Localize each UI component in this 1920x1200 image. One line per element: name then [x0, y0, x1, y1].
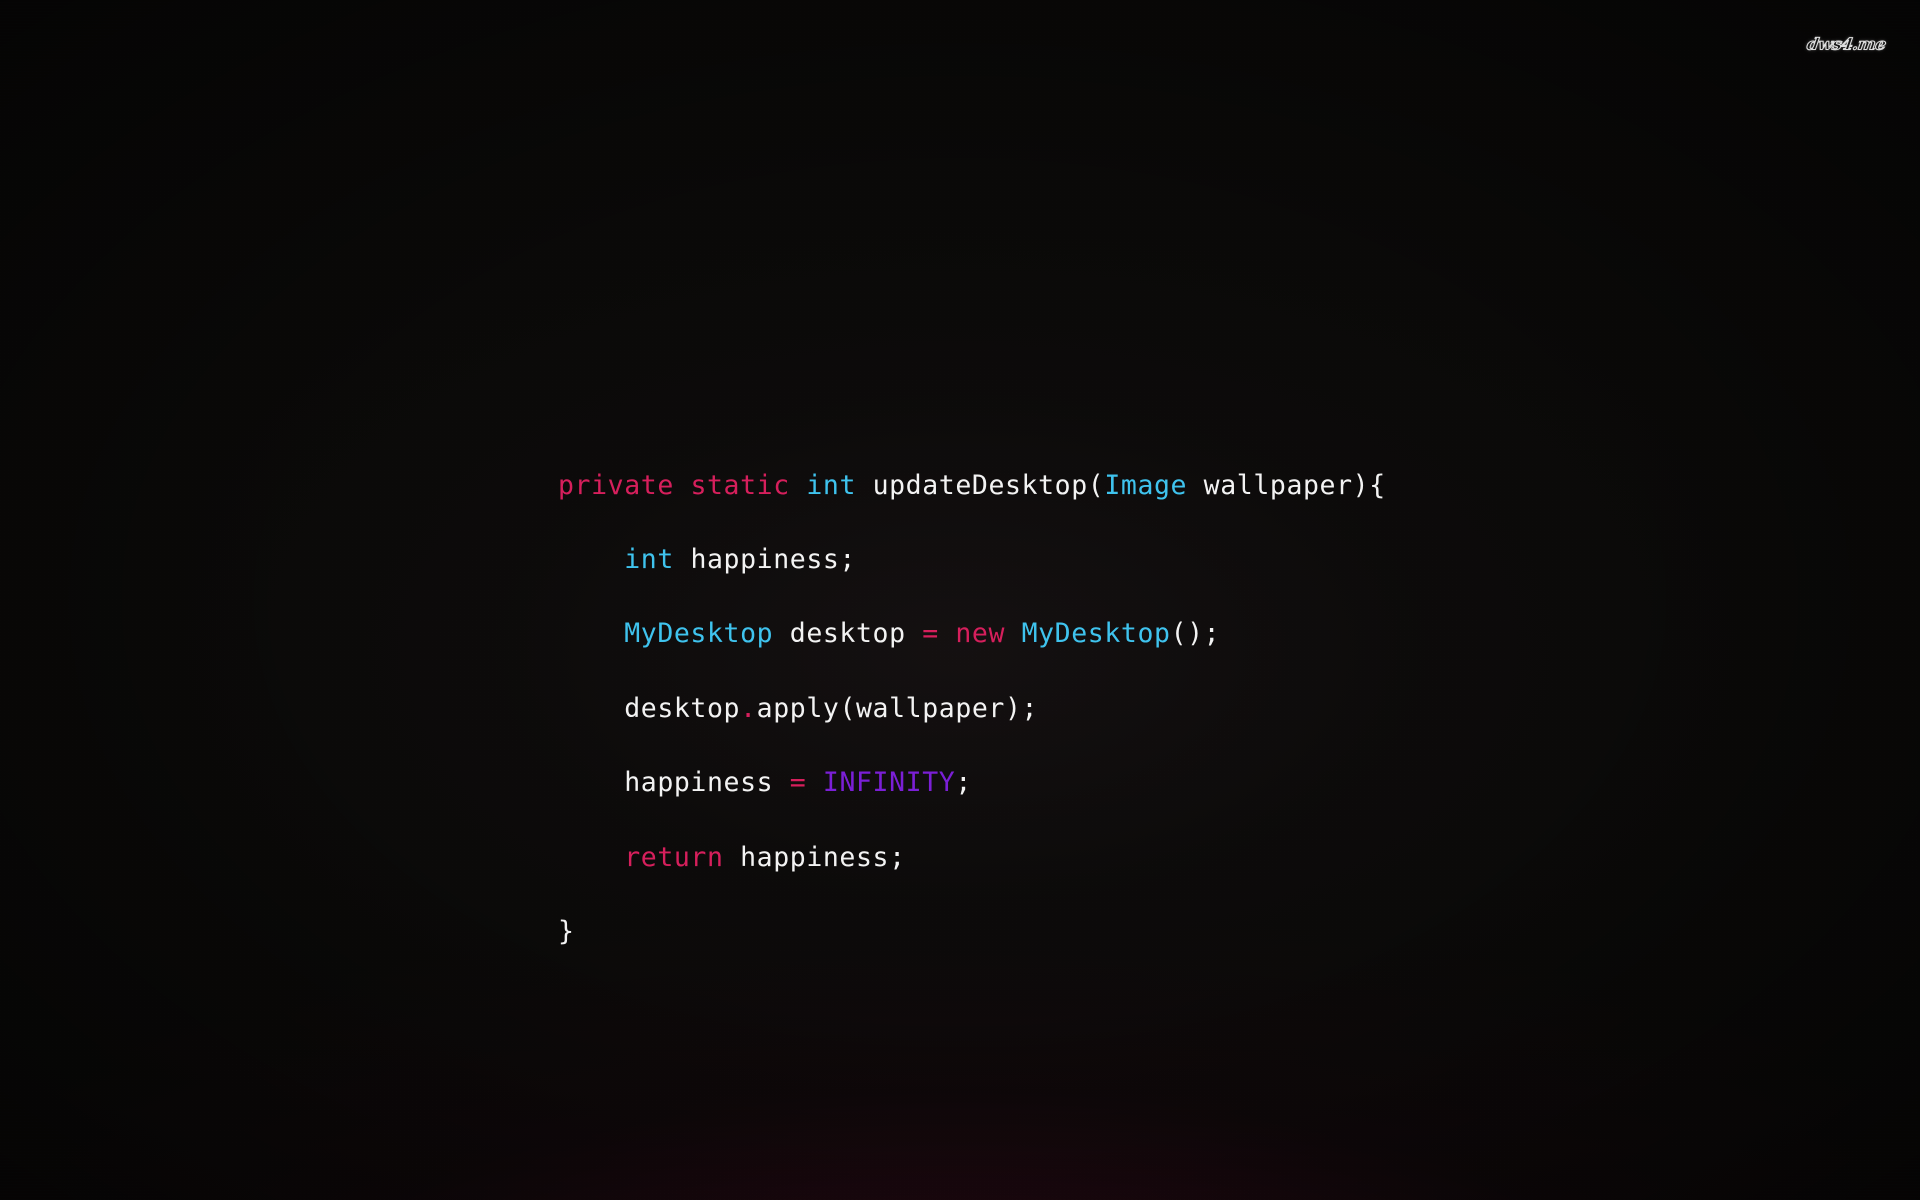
code-snippet: private static int updateDesktop(Image w…: [558, 467, 1386, 951]
code-token-keyword: private: [558, 469, 674, 501]
code-token-plain: happiness;: [723, 841, 906, 873]
code-token-operator: =: [922, 618, 939, 650]
watermark-text: dws4.me: [1805, 35, 1887, 55]
code-line: int happiness;: [558, 541, 1386, 578]
code-token-operator: .: [740, 692, 757, 724]
code-token-type: Image: [1104, 469, 1188, 501]
code-line: return happiness;: [558, 839, 1386, 876]
watermark: dws4.me: [1805, 30, 1887, 60]
code-line: }: [558, 913, 1386, 950]
code-token-keyword: static: [690, 469, 790, 501]
code-token-keyword: new: [955, 618, 1006, 650]
code-line: happiness = INFINITY;: [558, 764, 1386, 801]
code-line: private static int updateDesktop(Image w…: [558, 467, 1386, 504]
code-token-operator: =: [789, 767, 807, 799]
code-token-keyword: return: [624, 841, 724, 873]
code-token-type: MyDesktop: [624, 618, 774, 650]
code-token-plain: desktop: [624, 692, 741, 724]
code-line: desktop.apply(wallpaper);: [558, 690, 1386, 727]
code-token-plain: happiness: [624, 767, 790, 799]
code-token-type: int: [624, 543, 674, 575]
code-token-plain: }: [558, 915, 575, 947]
code-token-type: int: [806, 469, 857, 501]
code-token-const: INFINITY: [822, 767, 956, 799]
code-token-plain: ();: [1170, 618, 1221, 650]
code-token-plain: apply(wallpaper);: [756, 692, 1039, 724]
code-token-plain: happiness;: [673, 543, 856, 575]
code-token-type: MyDesktop: [1021, 618, 1171, 650]
code-line: MyDesktop desktop = new MyDesktop();: [558, 615, 1386, 652]
bottom-glow: [0, 910, 1920, 1200]
code-token-plain: desktop: [773, 618, 923, 650]
code-token-plain: wallpaper){: [1187, 469, 1386, 501]
code-token-plain: updateDesktop(: [856, 469, 1105, 501]
wallpaper-canvas: private static int updateDesktop(Image w…: [0, 0, 1920, 1200]
code-token-plain: ;: [955, 767, 972, 799]
